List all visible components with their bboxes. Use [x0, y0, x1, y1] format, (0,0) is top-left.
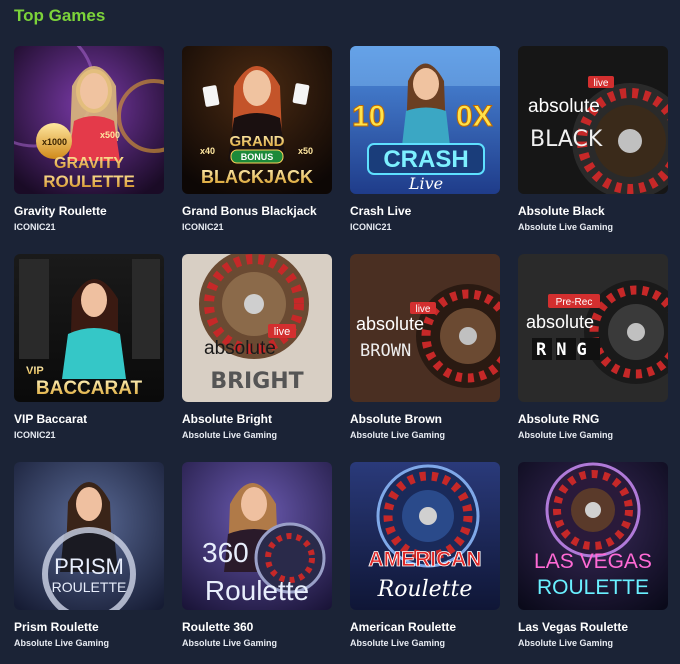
game-thumbnail[interactable]: 360 Roulette [182, 462, 332, 610]
game-card-roulette-360[interactable]: 360 Roulette Roulette 360 Absolute Live … [182, 462, 332, 664]
game-card-vip-baccarat[interactable]: VIP BACCARAT VIP Baccarat ICONIC21 [14, 254, 164, 462]
game-card-absolute-black[interactable]: live absolute BLACK Absolute Black Absol… [518, 46, 668, 254]
art-badge-2: x50 [298, 146, 313, 156]
game-thumbnail[interactable]: LAS VEGAS ROULETTE [518, 462, 668, 610]
game-provider: Absolute Live Gaming [350, 430, 446, 440]
game-name[interactable]: American Roulette [350, 620, 500, 634]
game-name[interactable]: Absolute RNG [518, 412, 668, 426]
game-card-american-roulette[interactable]: AMERICAN Roulette American Roulette Abso… [350, 462, 500, 664]
art-text-1: VIP [26, 365, 44, 377]
game-name[interactable]: Grand Bonus Blackjack [182, 204, 332, 218]
game-card-grand-bonus-blackjack[interactable]: x40 x50 GRAND BONUS BLACKJACK Grand Bonu… [182, 46, 332, 254]
game-name[interactable]: Roulette 360 [182, 620, 332, 634]
game-provider: Absolute Live Gaming [182, 430, 278, 440]
art-text-3: BLACKJACK [201, 167, 313, 187]
art-text-1: 360 [202, 537, 249, 568]
game-card-absolute-bright[interactable]: live absolute BRIGHT Absolute Bright Abs… [182, 254, 332, 462]
art-text-1: LAS VEGAS [534, 550, 652, 573]
art-text-3: RNG [536, 340, 597, 360]
art-text-3: BROWN [360, 341, 411, 361]
art-text-2: Roulette [377, 577, 473, 602]
game-name[interactable]: Absolute Bright [182, 412, 332, 426]
game-provider: ICONIC21 [182, 222, 224, 232]
game-thumbnail[interactable]: x40 x50 GRAND BONUS BLACKJACK [182, 46, 332, 194]
game-card-gravity-roulette[interactable]: x1000 x500 GRAVITY ROULETTE Gravity Roul… [14, 46, 164, 254]
game-provider: Absolute Live Gaming [518, 430, 614, 440]
games-grid: x1000 x500 GRAVITY ROULETTE Gravity Roul… [14, 46, 668, 664]
game-provider: ICONIC21 [350, 222, 392, 232]
art-text-1: GRAVITY [54, 155, 124, 172]
art-text-2: ROULETTE [537, 576, 649, 599]
game-thumbnail[interactable]: live absolute BLACK [518, 46, 668, 194]
art-text-3: CRASH [383, 146, 468, 173]
art-text-3: BRIGHT [210, 369, 303, 394]
game-name[interactable]: Absolute Brown [350, 412, 500, 426]
game-thumbnail[interactable]: live absolute BRIGHT [182, 254, 332, 402]
art-text-1: live [274, 326, 291, 338]
game-card-prism-roulette[interactable]: PRISM ROULETTE Prism Roulette Absolute L… [14, 462, 164, 664]
art-text-3: BLACK [530, 127, 603, 152]
art-text-2: BONUS [241, 152, 274, 162]
section-title: Top Games [14, 6, 106, 25]
art-text-2: absolute [528, 96, 600, 117]
game-thumbnail[interactable]: 10 0X CRASH Live [350, 46, 500, 194]
art-text-2: absolute [356, 314, 424, 334]
game-thumbnail[interactable]: live absolute BROWN [350, 254, 500, 402]
game-thumbnail[interactable]: x1000 x500 GRAVITY ROULETTE [14, 46, 164, 194]
art-text-2: 0X [456, 100, 493, 133]
art-text-2: Roulette [205, 575, 309, 606]
game-thumbnail[interactable]: VIP BACCARAT [14, 254, 164, 402]
art-text-2: absolute [526, 312, 594, 332]
game-provider: Absolute Live Gaming [14, 638, 110, 648]
game-provider: Absolute Live Gaming [518, 222, 614, 232]
game-provider: ICONIC21 [14, 430, 56, 440]
art-text-1: live [593, 78, 608, 89]
art-text-1: PRISM [54, 554, 124, 579]
game-card-las-vegas-roulette[interactable]: LAS VEGAS ROULETTE Las Vegas Roulette Ab… [518, 462, 668, 664]
game-name[interactable]: Gravity Roulette [14, 204, 164, 218]
game-thumbnail[interactable]: PRISM ROULETTE [14, 462, 164, 610]
art-badge-1: x40 [200, 146, 215, 156]
game-card-absolute-rng[interactable]: Pre-Rec absolute RNG Absolute RNG Absolu… [518, 254, 668, 462]
game-thumbnail[interactable]: Pre-Rec absolute RNG [518, 254, 668, 402]
game-provider: Absolute Live Gaming [350, 638, 446, 648]
art-text-1: AMERICAN [368, 548, 481, 571]
game-card-crash-live[interactable]: 10 0X CRASH Live Crash Live ICONIC21 [350, 46, 500, 254]
art-text-4: Live [408, 174, 443, 193]
art-text-2: absolute [204, 338, 276, 359]
art-text-1: 10 [352, 100, 385, 133]
game-name[interactable]: Absolute Black [518, 204, 668, 218]
game-provider: Absolute Live Gaming [518, 638, 614, 648]
game-thumbnail[interactable]: AMERICAN Roulette [350, 462, 500, 610]
art-text-1: Pre-Rec [556, 297, 593, 308]
game-name[interactable]: VIP Baccarat [14, 412, 164, 426]
art-text-1: GRAND [230, 133, 285, 150]
art-text-2: ROULETTE [43, 172, 135, 191]
game-name[interactable]: Crash Live [350, 204, 500, 218]
game-name[interactable]: Prism Roulette [14, 620, 164, 634]
art-text-2: ROULETTE [52, 579, 127, 595]
game-provider: ICONIC21 [14, 222, 56, 232]
art-text-2: BACCARAT [36, 378, 143, 399]
game-card-absolute-brown[interactable]: live absolute BROWN Absolute Brown Absol… [350, 254, 500, 462]
game-provider: Absolute Live Gaming [182, 638, 278, 648]
art-badge-2: x500 [100, 130, 120, 140]
art-badge-1: x1000 [42, 137, 67, 147]
game-name[interactable]: Las Vegas Roulette [518, 620, 668, 634]
